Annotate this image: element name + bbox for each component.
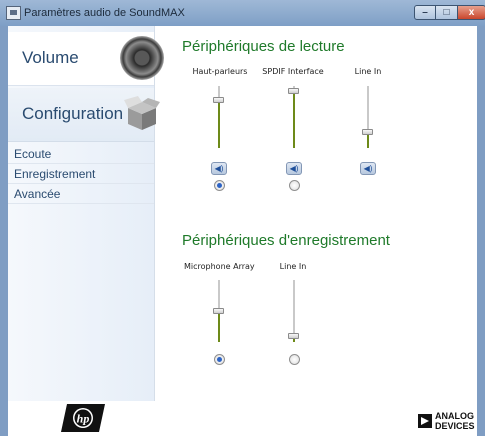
logo-text-line1: ANALOG [435, 411, 474, 421]
title-bar: Paramètres audio de SoundMAX – □ x [0, 0, 485, 26]
mute-button[interactable]: ◀) [360, 162, 376, 175]
sidebar-item-enregistrement[interactable]: Enregistrement [8, 164, 154, 184]
mute-button[interactable]: ◀) [286, 162, 302, 175]
close-button[interactable]: x [458, 5, 485, 20]
recording-section-title: Périphériques d'enregistrement [182, 232, 390, 249]
volume-slider-thumb[interactable] [288, 88, 299, 94]
device-label-line-in: Line In [279, 262, 307, 271]
svg-text:hp: hp [77, 412, 90, 426]
volume-slider-fill [367, 133, 369, 148]
close-icon: x [468, 7, 475, 18]
hp-logo: hp [61, 404, 105, 432]
volume-slider-thumb[interactable] [213, 308, 224, 314]
app-icon [6, 6, 21, 20]
window-frame-right [477, 26, 485, 436]
window-controls: – □ x [414, 5, 485, 21]
device-label-spdif: SPDIF Interface [262, 67, 324, 76]
maximize-button[interactable]: □ [436, 5, 458, 20]
window-title: Paramètres audio de SoundMAX [24, 7, 185, 19]
device-label-line-in: Line In [354, 67, 382, 76]
sidebar-item-ecoute[interactable]: Ecoute [8, 144, 154, 164]
window-frame-left [0, 26, 8, 436]
mute-button[interactable]: ◀) [211, 162, 227, 175]
volume-slider-fill [218, 312, 220, 342]
playback-section-title: Périphériques de lecture [182, 38, 345, 55]
volume-slider-thumb[interactable] [213, 97, 224, 103]
volume-slider-fill [218, 101, 220, 148]
default-device-radio[interactable] [289, 354, 300, 365]
volume-slider-fill [293, 91, 295, 148]
device-label-haut-parleurs: Haut-parleurs [192, 67, 248, 76]
analog-devices-text: ANALOG DEVICES [435, 411, 475, 431]
sidebar-item-label: Configuration [22, 104, 124, 123]
sidebar-item-configuration[interactable]: Configuration [8, 88, 160, 142]
default-device-radio[interactable] [289, 180, 300, 191]
default-device-radio[interactable] [214, 354, 225, 365]
analog-devices-icon [418, 414, 432, 428]
sidebar-item-avancee[interactable]: Avancée [8, 184, 154, 204]
sidebar-item-label: Volume [22, 48, 79, 67]
sidebar: Volume Configuration Ecoute Enregistreme… [8, 26, 164, 401]
logo-text-line2: DEVICES [435, 421, 475, 431]
volume-slider-thumb[interactable] [288, 333, 299, 339]
analog-devices-logo: ANALOG DEVICES [418, 410, 480, 432]
minimize-icon: – [422, 7, 428, 18]
box-icon [124, 96, 160, 130]
device-label-microphone-array: Microphone Array [184, 262, 255, 271]
volume-slider-thumb[interactable] [362, 129, 373, 135]
minimize-button[interactable]: – [414, 5, 436, 20]
default-device-radio[interactable] [214, 180, 225, 191]
maximize-icon: □ [443, 7, 450, 18]
speaker-icon [120, 36, 164, 80]
sidebar-item-volume[interactable]: Volume [8, 32, 164, 86]
